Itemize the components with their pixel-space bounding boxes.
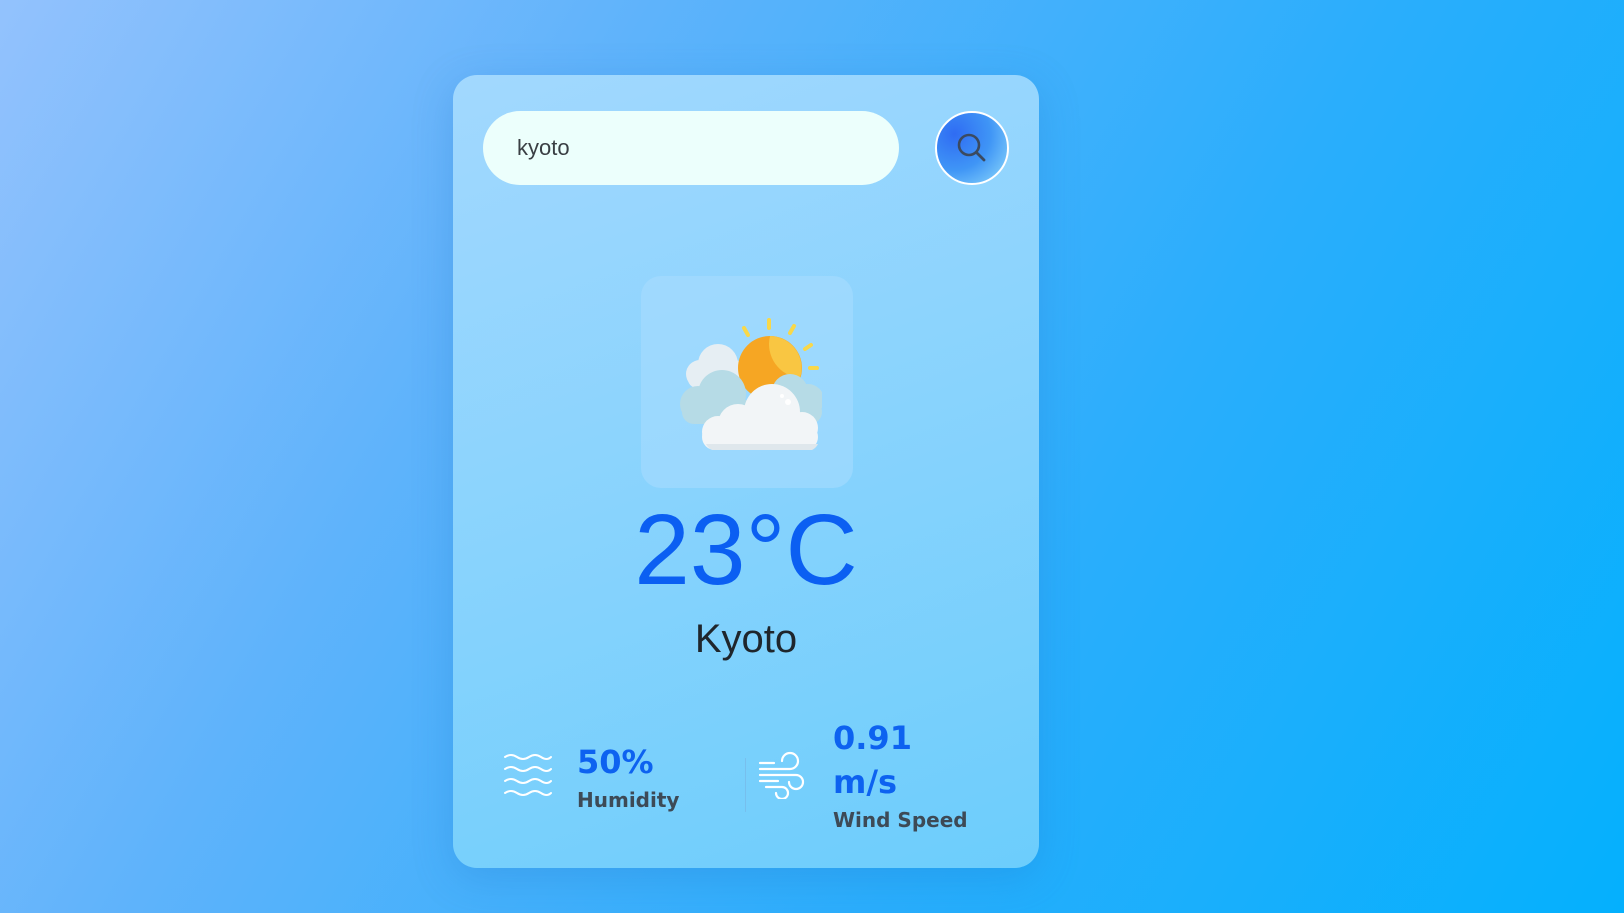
city-search-input[interactable] [483, 111, 899, 185]
temperature-value: 23°C [634, 494, 858, 606]
wind-icon [758, 751, 805, 799]
wind-speed-label: Wind Speed [833, 808, 968, 832]
humidity-value: 50% [577, 743, 654, 781]
humidity-label: Humidity [577, 788, 680, 812]
stats-divider [745, 758, 746, 812]
wind-speed-value: 0.91 m/s [833, 719, 912, 801]
search-button[interactable] [935, 111, 1009, 185]
city-name: Kyoto [694, 617, 798, 661]
partly-cloudy-sun-icon [680, 318, 822, 450]
weather-icon-container [641, 276, 853, 488]
weather-card: 23°C Kyoto 50% Humidity 0.91 m/s Wind Sp… [453, 75, 1039, 868]
search-icon [957, 133, 986, 162]
humidity-waves-icon [504, 754, 552, 796]
